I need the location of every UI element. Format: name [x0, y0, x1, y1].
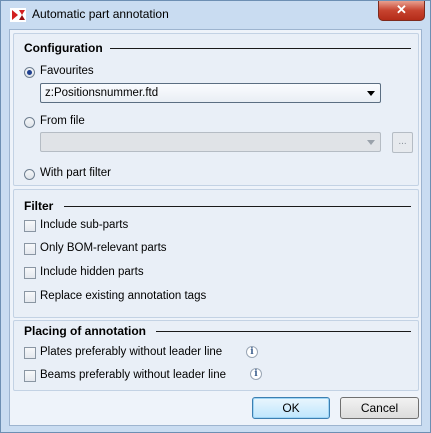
close-button[interactable]: ✕ — [378, 1, 425, 21]
dialog-content: Configuration Favourites z:Positionsnumm… — [9, 29, 422, 426]
configuration-group: Configuration Favourites z:Positionsnumm… — [13, 33, 419, 186]
filter-divider — [64, 206, 411, 207]
include-sub-parts-checkbox[interactable] — [24, 220, 36, 232]
from-file-radio[interactable] — [24, 117, 35, 128]
beams-checkbox[interactable] — [24, 370, 36, 382]
hicad-logo-icon — [10, 8, 26, 22]
chevron-down-icon — [367, 140, 375, 145]
include-hidden-parts-checkbox[interactable] — [24, 267, 36, 279]
chevron-down-icon — [367, 91, 375, 96]
replace-existing-tags-checkbox[interactable] — [24, 291, 36, 303]
from-file-label[interactable]: From file — [40, 115, 85, 127]
filter-title: Filter — [24, 199, 54, 213]
cancel-button[interactable]: Cancel — [340, 397, 419, 419]
plates-label[interactable]: Plates preferably without leader line — [40, 346, 222, 358]
beams-label[interactable]: Beams preferably without leader line — [40, 369, 226, 381]
beams-info-icon[interactable]: i — [250, 368, 262, 380]
window-title: Automatic part annotation — [32, 7, 169, 21]
placing-group: Placing of annotation Plates preferably … — [13, 320, 419, 391]
close-icon: ✕ — [396, 2, 407, 17]
replace-existing-tags-label[interactable]: Replace existing annotation tags — [40, 290, 206, 302]
plates-checkbox[interactable] — [24, 347, 36, 359]
favourites-dropdown[interactable]: z:Positionsnummer.ftd — [40, 83, 381, 103]
placing-title: Placing of annotation — [24, 324, 146, 338]
with-part-filter-radio[interactable] — [24, 169, 35, 180]
only-bom-relevant-label[interactable]: Only BOM-relevant parts — [40, 242, 167, 254]
plates-info-icon[interactable]: i — [246, 346, 258, 358]
ok-button[interactable]: OK — [252, 397, 330, 419]
include-sub-parts-label[interactable]: Include sub-parts — [40, 219, 128, 231]
configuration-divider — [110, 48, 411, 49]
favourites-label[interactable]: Favourites — [40, 65, 94, 77]
filter-group: Filter Include sub-parts Only BOM-releva… — [13, 189, 419, 318]
favourites-radio[interactable] — [24, 67, 35, 78]
placing-divider — [156, 331, 411, 332]
browse-button[interactable]: ... — [392, 132, 413, 153]
dialog-window: Automatic part annotation ✕ Configuratio… — [0, 0, 431, 433]
configuration-title: Configuration — [24, 41, 103, 55]
with-part-filter-label[interactable]: With part filter — [40, 167, 111, 179]
favourites-value: z:Positionsnummer.ftd — [45, 87, 159, 99]
title-bar[interactable]: Automatic part annotation ✕ — [1, 1, 430, 29]
only-bom-relevant-checkbox[interactable] — [24, 243, 36, 255]
from-file-dropdown[interactable] — [40, 132, 381, 152]
include-hidden-parts-label[interactable]: Include hidden parts — [40, 266, 144, 278]
